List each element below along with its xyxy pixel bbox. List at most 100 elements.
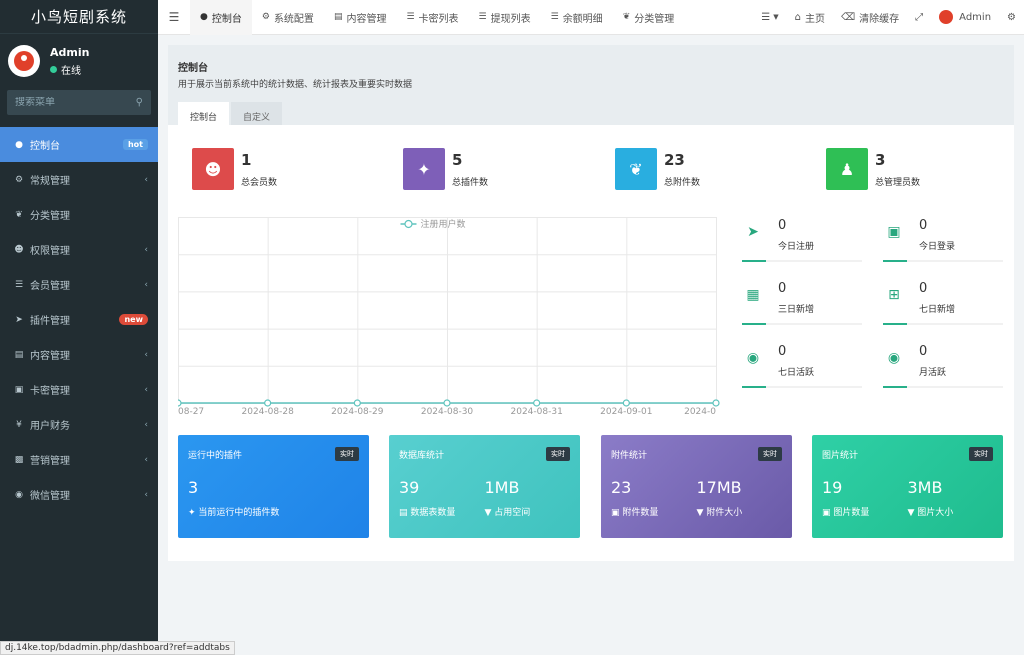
bar-chart-icon: ▩ bbox=[14, 454, 24, 465]
user-name: Admin bbox=[50, 45, 90, 59]
sidebar-item-member[interactable]: ☰ 会员管理 ‹ bbox=[0, 267, 158, 302]
card-value: 19 bbox=[822, 478, 843, 497]
mini-stat-label: 月活跃 bbox=[919, 368, 947, 378]
sidebar-item-card[interactable]: ▣ 卡密管理 ‹ bbox=[0, 372, 158, 407]
tabs-dropdown-button[interactable]: ☰ ▼ bbox=[753, 0, 786, 35]
sidebar-item-wechat[interactable]: ◉ 微信管理 ‹ bbox=[0, 477, 158, 512]
sidebar-menu: ● 控制台 hot ⚙ 常规管理 ‹ ❦ 分类管理 ☻ 权限管理 ‹ ☰ 会员管… bbox=[0, 127, 158, 512]
users-icon: ☻ bbox=[192, 148, 234, 190]
group-icon: ☻ bbox=[14, 244, 24, 255]
sidebar-item-marketing[interactable]: ▩ 营销管理 ‹ bbox=[0, 442, 158, 477]
caret-down-icon: ▼ bbox=[773, 13, 779, 21]
leaf-icon: ❦ bbox=[15, 209, 23, 220]
mini-stat-value: 0 bbox=[919, 218, 928, 233]
sidebar-item-auth[interactable]: ☻ 权限管理 ‹ bbox=[0, 232, 158, 267]
tab-balance[interactable]: ☰ 余额明细 bbox=[541, 0, 613, 35]
user-panel: Admin 在线 bbox=[0, 38, 158, 84]
list-icon: ☰ bbox=[406, 12, 415, 22]
trash-icon: ⌫ bbox=[841, 11, 856, 23]
sidebar-item-dashboard[interactable]: ● 控制台 hot bbox=[0, 127, 158, 162]
tab-label: 内容管理 bbox=[346, 13, 387, 25]
chevron-left-icon: ‹ bbox=[144, 454, 148, 465]
chart-tick-label: 2024-09-01 bbox=[600, 407, 652, 417]
sidebar-item-addon[interactable]: ➤ 插件管理 new bbox=[0, 302, 158, 337]
tab-content[interactable]: ▤ 内容管理 bbox=[324, 0, 397, 35]
user-circle-icon: ◉ bbox=[887, 350, 901, 366]
mini-stat-monthly-active: ◉ 0 月活跃 bbox=[883, 344, 1003, 388]
chevron-left-icon: ‹ bbox=[144, 384, 148, 395]
card-sub-label: 占用空间 bbox=[494, 508, 531, 518]
tab-label: 系统配置 bbox=[273, 13, 314, 25]
tab-label: 余额明细 bbox=[562, 13, 603, 25]
card-sub-label: 数据表数量 bbox=[410, 508, 456, 518]
sidebar-item-category[interactable]: ❦ 分类管理 bbox=[0, 197, 158, 232]
rocket-icon: ➤ bbox=[15, 314, 23, 325]
search-input[interactable] bbox=[15, 97, 115, 108]
card-value: 39 bbox=[399, 478, 420, 497]
filter-icon: ▼ bbox=[907, 508, 918, 518]
sidebar-item-label: 控制台 bbox=[30, 141, 60, 152]
sidebar-item-general[interactable]: ⚙ 常规管理 ‹ bbox=[0, 162, 158, 197]
stat-value: 3 bbox=[875, 150, 886, 169]
tab-label: 控制台 bbox=[211, 13, 242, 25]
stat-attachments: ❦ 23 总附件数 bbox=[615, 148, 700, 190]
list-icon: ☰ bbox=[761, 11, 771, 23]
leaf-icon: ❦ bbox=[615, 148, 657, 190]
realtime-badge: 实时 bbox=[335, 447, 359, 461]
mini-stat-value: 0 bbox=[919, 281, 928, 296]
card-title: 图片统计 bbox=[822, 450, 859, 461]
sidebar-item-label: 营销管理 bbox=[30, 456, 70, 467]
settings-icon[interactable]: ⚙ bbox=[999, 0, 1024, 35]
sidebar-item-finance[interactable]: ¥ 用户财务 ‹ bbox=[0, 407, 158, 442]
card-value: 3 bbox=[188, 478, 199, 497]
chart-tick-label: 08-27 bbox=[178, 407, 204, 417]
tab-card-list[interactable]: ☰ 卡密列表 bbox=[396, 0, 468, 35]
chart-point bbox=[622, 399, 630, 407]
panel-body: ☻ 1 总会员数 ✦ 5 总插件数 ❦ 23 总附件数 ♟ 3 总管理员数 08… bbox=[168, 125, 1014, 561]
sidebar-item-content[interactable]: ▤ 内容管理 ‹ bbox=[0, 337, 158, 372]
clear-cache-button[interactable]: ⌫ 清除缓存 bbox=[833, 0, 907, 35]
fullscreen-icon[interactable]: ⤢ bbox=[907, 0, 931, 35]
chevron-left-icon: ‹ bbox=[144, 419, 148, 430]
online-dot-icon bbox=[50, 65, 57, 73]
chart-tick-label: 2024-08-31 bbox=[511, 407, 563, 417]
card-sub-label: 图片数量 bbox=[833, 508, 870, 518]
tab-withdraw-list[interactable]: ☰ 提现列表 bbox=[469, 0, 541, 35]
app-title[interactable]: 小鸟短剧系统 bbox=[0, 0, 158, 34]
user-menu[interactable]: Admin bbox=[931, 0, 999, 35]
mini-stat-label: 今日注册 bbox=[778, 242, 815, 252]
stat-label: 总会员数 bbox=[241, 177, 278, 188]
panel-heading: 控制台 用于展示当前系统中的统计数据、统计报表及重要实时数据 控制台 自定义 bbox=[168, 45, 1014, 130]
chevron-left-icon: ‹ bbox=[144, 174, 148, 185]
image-icon: ▣ bbox=[822, 508, 834, 518]
image-icon: ▣ bbox=[14, 384, 24, 395]
tab-config[interactable]: ⚙ 系统配置 bbox=[252, 0, 324, 35]
main-content: 控制台 用于展示当前系统中的统计数据、统计报表及重要实时数据 控制台 自定义 ☻… bbox=[168, 45, 1014, 561]
mini-stat-seven-day: ⊞ 0 七日新增 bbox=[883, 281, 1003, 325]
stat-members: ☻ 1 总会员数 bbox=[192, 148, 277, 190]
tab-category[interactable]: ❦ 分类管理 bbox=[613, 0, 685, 35]
sidebar-item-label: 卡密管理 bbox=[30, 386, 70, 397]
sidebar-toggle-icon[interactable]: ☰ bbox=[158, 10, 190, 24]
home-link[interactable]: ⌂ 主页 bbox=[787, 0, 833, 35]
stat-label: 总附件数 bbox=[664, 177, 701, 188]
rocket-icon: ➤ bbox=[747, 224, 759, 240]
mini-stat-divider bbox=[883, 260, 1003, 262]
stat-value: 23 bbox=[664, 150, 685, 169]
tab-label: 提现列表 bbox=[490, 13, 531, 25]
stat-value: 5 bbox=[452, 150, 463, 169]
registration-line-chart: 08-27 2024-08-28 2024-08-29 2024-08-30 2024-… bbox=[178, 217, 720, 417]
avatar bbox=[939, 10, 954, 24]
search-icon[interactable]: ⚲ bbox=[136, 97, 143, 108]
card-title: 运行中的插件 bbox=[188, 450, 243, 461]
chart-point bbox=[443, 399, 451, 407]
files-icon: ▣ bbox=[611, 508, 623, 518]
card-sub-label: 附件大小 bbox=[706, 508, 743, 518]
sidebar-item-label: 权限管理 bbox=[30, 246, 70, 257]
card-attachments: 附件统计 实时 23 ▣ 附件数量 17MB ▼ 附件大小 bbox=[601, 435, 792, 538]
calendar-icon: ▦ bbox=[746, 287, 760, 303]
mini-stat-label: 七日新增 bbox=[919, 305, 956, 315]
tab-dashboard[interactable]: ● 控制台 bbox=[190, 0, 252, 35]
chevron-left-icon: ‹ bbox=[144, 349, 148, 360]
mini-stat-label: 今日登录 bbox=[919, 242, 956, 252]
